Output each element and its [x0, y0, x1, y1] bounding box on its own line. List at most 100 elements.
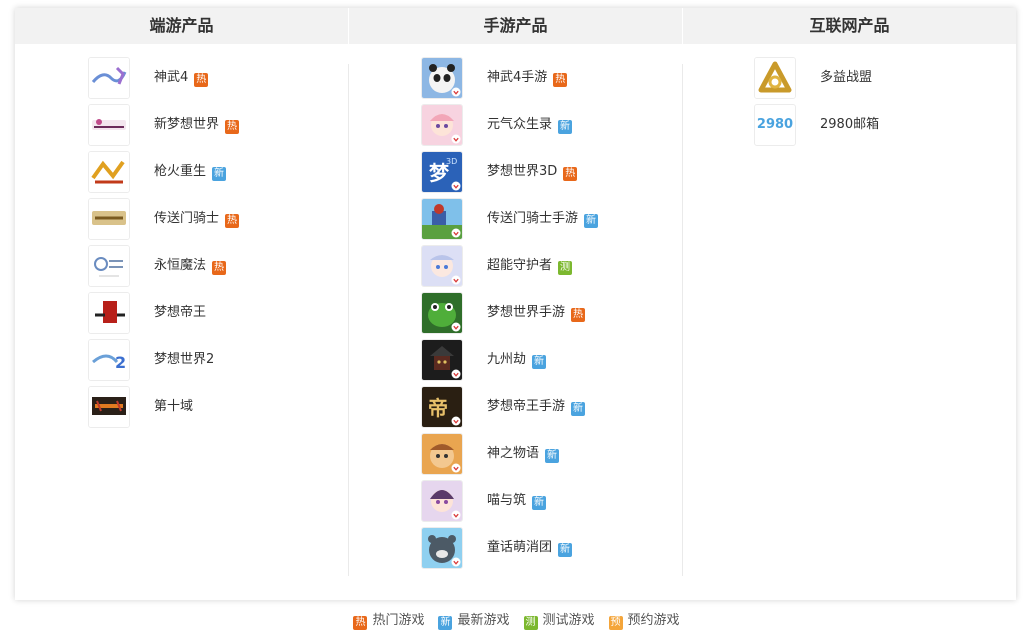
tag-legend: 热热门游戏新最新游戏测测试游戏预预约游戏 [0, 609, 1033, 630]
frog-app-icon[interactable] [421, 292, 463, 334]
tag-badge-new: 新 [584, 214, 599, 228]
shenwu4-logo-icon[interactable] [88, 57, 130, 99]
legend-item-reserve: 预预约游戏 [608, 609, 680, 630]
product-name-link[interactable]: 喵与筑新 [487, 491, 547, 511]
portal-knights-logo-icon[interactable] [88, 198, 130, 240]
product-item[interactable]: 超能守护者测 [421, 244, 721, 291]
dishiyu-logo-icon[interactable] [88, 386, 130, 428]
diwang-app-icon[interactable]: 帝 [421, 386, 463, 428]
product-name-link[interactable]: 梦想世界手游热 [487, 303, 586, 323]
tag-badge-new: 新 [558, 120, 573, 134]
svg-text:3D: 3D [446, 157, 457, 166]
product-item[interactable]: 喵与筑新 [421, 479, 721, 526]
product-item[interactable]: 传送门骑士手游新 [421, 197, 721, 244]
product-name-link[interactable]: 永恒魔法热 [154, 256, 227, 276]
bear-app-icon[interactable] [421, 527, 463, 569]
product-name: 喵与筑 [487, 493, 527, 508]
duoyi-knot-logo-icon[interactable] [754, 57, 796, 99]
panda-app-icon[interactable] [421, 57, 463, 99]
2980-mail-logo-icon[interactable]: 2980 [754, 104, 796, 146]
product-item[interactable]: 2 梦想世界2 [88, 338, 388, 385]
product-name-link[interactable]: 童话萌消团新 [487, 538, 573, 558]
product-item[interactable]: 元气众生录新 [421, 103, 721, 150]
tag-badge-new: 新 [558, 543, 573, 557]
product-item[interactable]: 2980 2980邮箱 [754, 103, 1033, 150]
product-item[interactable]: 多益战盟 [754, 56, 1033, 103]
product-item[interactable]: 神武4 热 [88, 56, 388, 103]
svg-text:2: 2 [115, 353, 126, 372]
legend-label: 预约游戏 [627, 613, 680, 628]
mengxiang3d-app-icon[interactable]: 梦 3D [421, 151, 463, 193]
product-name: 传送门骑士 [154, 211, 220, 226]
tag-badge-hot: 热 [194, 73, 209, 87]
tag-badge-new: 新 [212, 167, 227, 181]
product-name: 枪火重生 [154, 164, 207, 179]
shenzhi-app-icon[interactable] [421, 433, 463, 475]
tag-badge-hot: 热 [225, 214, 240, 228]
product-name: 梦想帝王手游 [487, 399, 566, 414]
portal-knights-app-icon[interactable] [421, 198, 463, 240]
product-name-link[interactable]: 多益战盟 [820, 68, 872, 88]
legend-label: 热门游戏 [372, 613, 425, 628]
tag-badge-hot: 热 [553, 73, 568, 87]
product-name: 元气众生录 [487, 117, 553, 132]
mengxiang2-logo-icon[interactable]: 2 [88, 339, 130, 381]
header-pc-games: 端游产品 [149, 16, 214, 35]
legend-tag-hot: 热 [353, 616, 368, 630]
product-name-link[interactable]: 传送门骑士手游新 [487, 209, 599, 229]
product-name-link[interactable]: 梦想帝王 [154, 303, 206, 323]
product-name-link[interactable]: 梦想世界3D 热 [487, 162, 578, 182]
product-name: 梦想帝王 [154, 305, 207, 320]
product-item[interactable]: 第十域 [88, 385, 388, 432]
product-item[interactable]: 神之物语新 [421, 432, 721, 479]
xinmengxiang-logo-icon[interactable] [88, 104, 130, 146]
product-name-link[interactable]: 神武4 热 [154, 68, 209, 88]
product-name: 多益战盟 [820, 70, 873, 85]
product-name-link[interactable]: 传送门骑士热 [154, 209, 240, 229]
guardian-app-icon[interactable] [421, 245, 463, 287]
product-name: 第十域 [154, 399, 194, 414]
product-item[interactable]: 帝 梦想帝王手游新 [421, 385, 721, 432]
product-name-link[interactable]: 第十域 [154, 397, 193, 417]
product-item[interactable]: 童话萌消团新 [421, 526, 721, 573]
product-name-link[interactable]: 枪火重生新 [154, 162, 227, 182]
tag-badge-new: 新 [532, 496, 547, 510]
legend-item-test: 测测试游戏 [523, 609, 595, 630]
product-name-link[interactable]: 神武4手游热 [487, 68, 568, 88]
product-item[interactable]: 永恒魔法热 [88, 244, 388, 291]
product-item[interactable]: 枪火重生新 [88, 150, 388, 197]
product-item[interactable]: 梦想帝王 [88, 291, 388, 338]
product-name-link[interactable]: 新梦想世界热 [154, 115, 240, 135]
product-item[interactable]: 传送门骑士热 [88, 197, 388, 244]
mobile-games-list: 神武4手游热元气众生录新梦 3D 梦想世界3D 热传送门骑士手游新超能守护者测梦想世界… [421, 56, 721, 573]
product-item[interactable]: 神武4手游热 [421, 56, 721, 103]
tag-badge-hot: 热 [212, 261, 227, 275]
product-name-link[interactable]: 梦想世界2 [154, 350, 214, 370]
product-name-link[interactable]: 超能守护者测 [487, 256, 573, 276]
mengxiang-diwang-logo-icon[interactable] [88, 292, 130, 334]
product-name: 永恒魔法 [154, 258, 207, 273]
product-name-link[interactable]: 元气众生录新 [487, 115, 573, 135]
product-name: 2980邮箱 [820, 117, 880, 132]
yongheng-logo-icon[interactable] [88, 245, 130, 287]
tag-badge-new: 新 [545, 449, 560, 463]
product-item[interactable]: 新梦想世界热 [88, 103, 388, 150]
product-item[interactable]: 九州劫新 [421, 338, 721, 385]
logo-text: 2980 [756, 117, 794, 132]
cat-girl-app-icon[interactable] [421, 480, 463, 522]
product-name: 传送门骑士手游 [487, 211, 579, 226]
samurai-app-icon[interactable] [421, 339, 463, 381]
tag-badge-hot: 热 [563, 167, 578, 181]
product-name: 童话萌消团 [487, 540, 553, 555]
product-name: 新梦想世界 [154, 117, 220, 132]
tag-badge-hot: 热 [571, 308, 586, 322]
product-item[interactable]: 梦想世界手游热 [421, 291, 721, 338]
product-name-link[interactable]: 2980邮箱 [820, 115, 879, 135]
product-name-link[interactable]: 梦想帝王手游新 [487, 397, 586, 417]
product-name-link[interactable]: 神之物语新 [487, 444, 560, 464]
anime-girl-app-icon[interactable] [421, 104, 463, 146]
product-item[interactable]: 梦 3D 梦想世界3D 热 [421, 150, 721, 197]
qianghuo-logo-icon[interactable] [88, 151, 130, 193]
product-name-link[interactable]: 九州劫新 [487, 350, 547, 370]
product-name: 梦想世界3D [487, 164, 558, 179]
